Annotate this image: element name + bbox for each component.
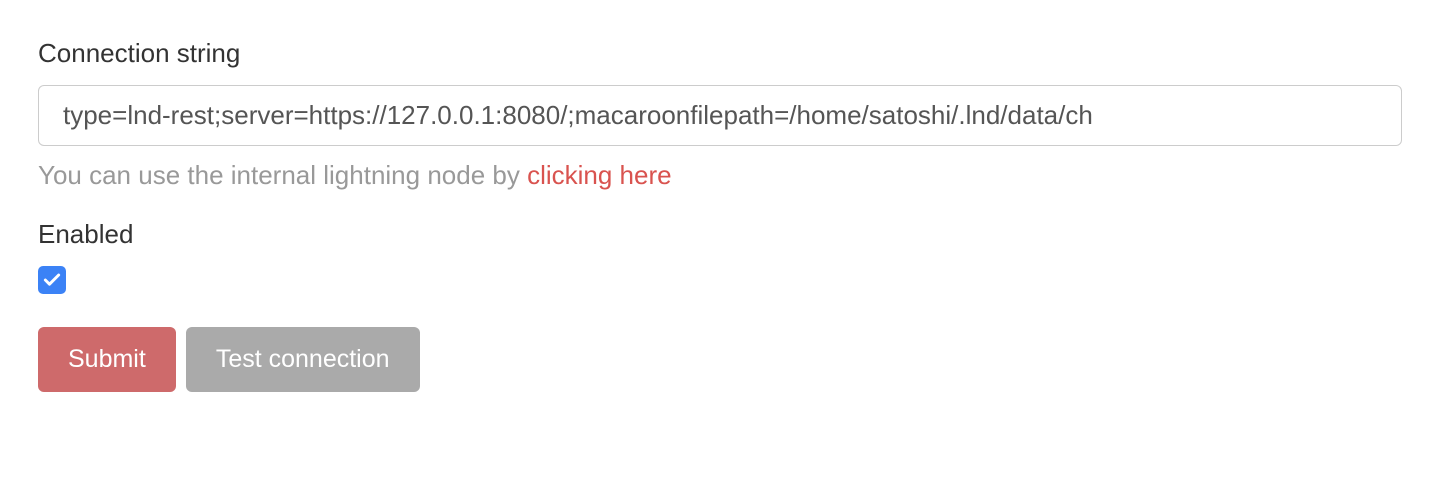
connection-string-input[interactable] (38, 85, 1402, 146)
connection-string-help: You can use the internal lightning node … (38, 160, 1402, 191)
submit-button[interactable]: Submit (38, 327, 176, 392)
checkmark-icon (42, 270, 62, 290)
enabled-label: Enabled (38, 219, 1402, 250)
enabled-group: Enabled (38, 219, 1402, 295)
test-connection-button[interactable]: Test connection (186, 327, 420, 392)
button-row: Submit Test connection (38, 327, 1402, 392)
connection-string-group: Connection string You can use the intern… (38, 38, 1402, 191)
enabled-checkbox[interactable] (38, 266, 66, 294)
help-text-prefix: You can use the internal lightning node … (38, 160, 527, 190)
internal-node-link[interactable]: clicking here (527, 160, 672, 190)
connection-string-label: Connection string (38, 38, 1402, 69)
